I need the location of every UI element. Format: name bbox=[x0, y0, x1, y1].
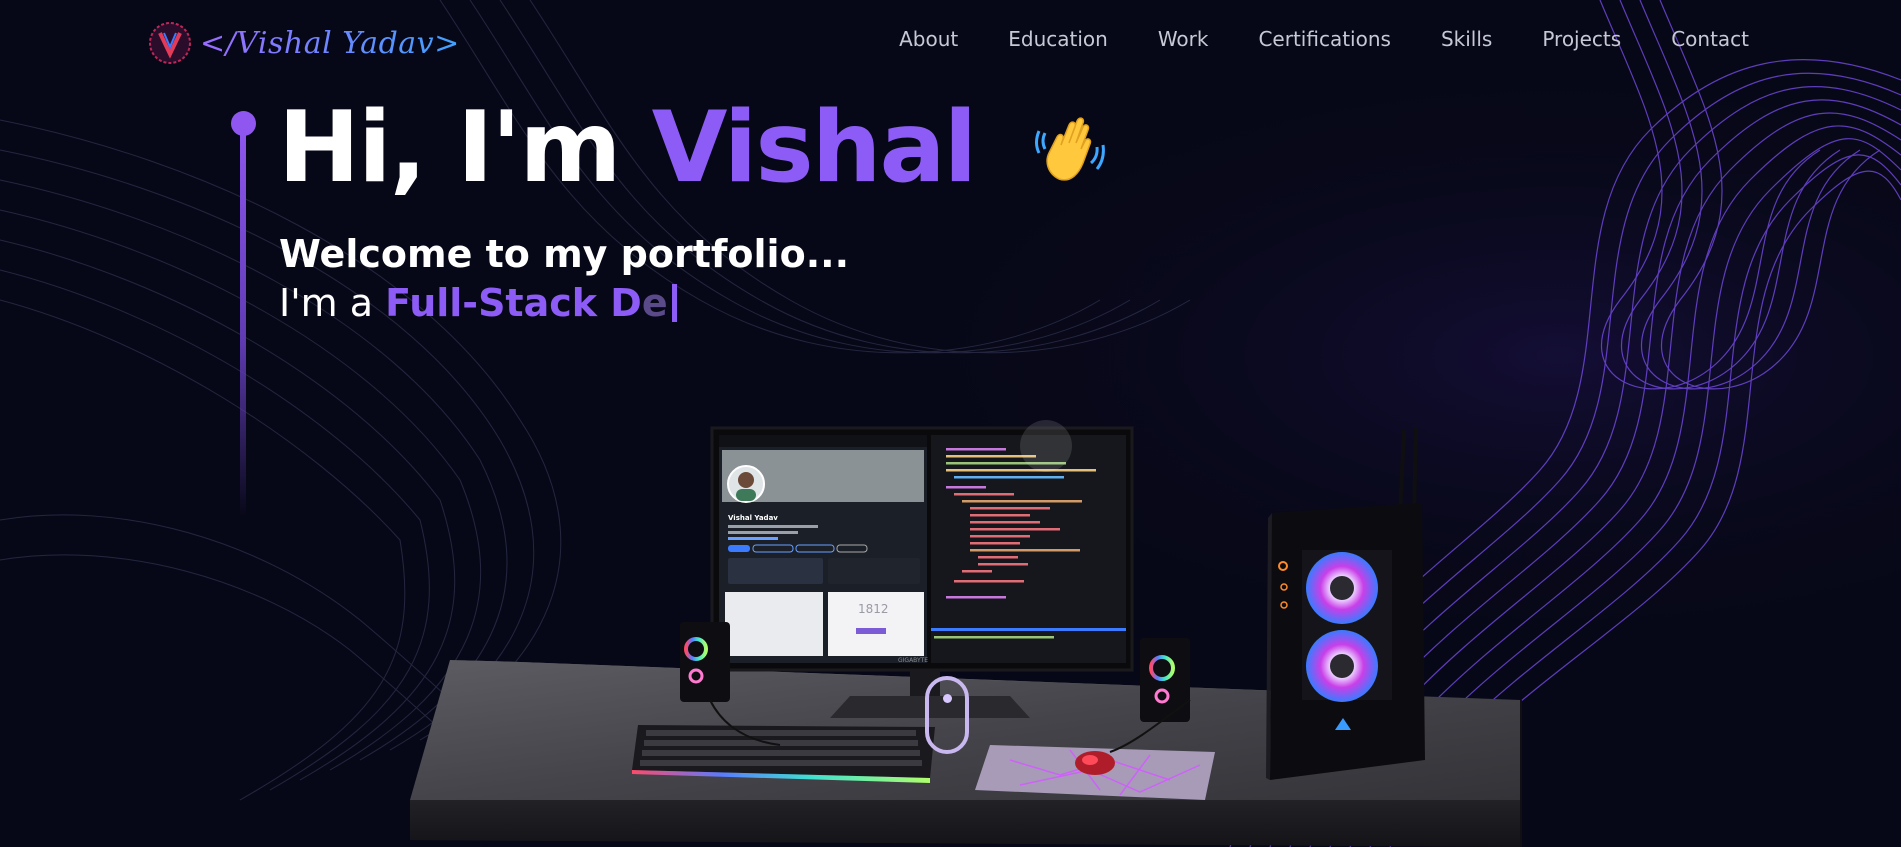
waving-hand-icon bbox=[1035, 117, 1106, 181]
navbar: </Vishal Yadav> About Education Work Cer… bbox=[0, 0, 1901, 84]
typing-line: I'm a Full-Stack De bbox=[279, 281, 677, 325]
typing-role: Full-Stack D bbox=[385, 281, 642, 325]
right-speaker bbox=[1140, 638, 1190, 722]
nav-contact[interactable]: Contact bbox=[1671, 27, 1749, 51]
logo-text: </Vishal Yadav> bbox=[200, 25, 460, 61]
hero-title: Hi, I'm Vishal bbox=[278, 94, 1106, 203]
mouse-scroll-icon[interactable] bbox=[925, 676, 969, 754]
nav-work[interactable]: Work bbox=[1158, 27, 1209, 51]
nav-links: About Education Work Certifications Skil… bbox=[849, 27, 1749, 51]
nav-projects[interactable]: Projects bbox=[1542, 27, 1621, 51]
typing-cursor bbox=[671, 284, 677, 322]
nav-certifications[interactable]: Certifications bbox=[1258, 27, 1390, 51]
nav-skills[interactable]: Skills bbox=[1441, 27, 1492, 51]
typing-ghost: e bbox=[641, 281, 668, 325]
nav-about[interactable]: About bbox=[899, 27, 958, 51]
hero-name: Vishal bbox=[651, 91, 978, 205]
typing-prefix: I'm a bbox=[279, 281, 386, 325]
monitor-stat: 1812 bbox=[858, 602, 889, 616]
nav-education[interactable]: Education bbox=[1008, 27, 1108, 51]
desk-setup-scene[interactable]: Vishal Yadav 1812 GIGABYTE bbox=[410, 400, 1530, 847]
monitor-profile-name: Vishal Yadav bbox=[728, 514, 778, 522]
monitor-brand: GIGABYTE bbox=[898, 657, 928, 664]
left-speaker bbox=[680, 622, 730, 702]
hero-greeting: Hi, I'm bbox=[278, 91, 652, 205]
timeline-line bbox=[240, 126, 246, 516]
logo[interactable]: </Vishal Yadav> bbox=[148, 21, 460, 65]
pc-tower bbox=[1266, 427, 1425, 780]
keyboard bbox=[632, 725, 935, 783]
v-logo-icon bbox=[149, 22, 191, 64]
hero-subtitle: Welcome to my portfolio... bbox=[279, 232, 849, 276]
scroll-dot bbox=[943, 694, 952, 703]
